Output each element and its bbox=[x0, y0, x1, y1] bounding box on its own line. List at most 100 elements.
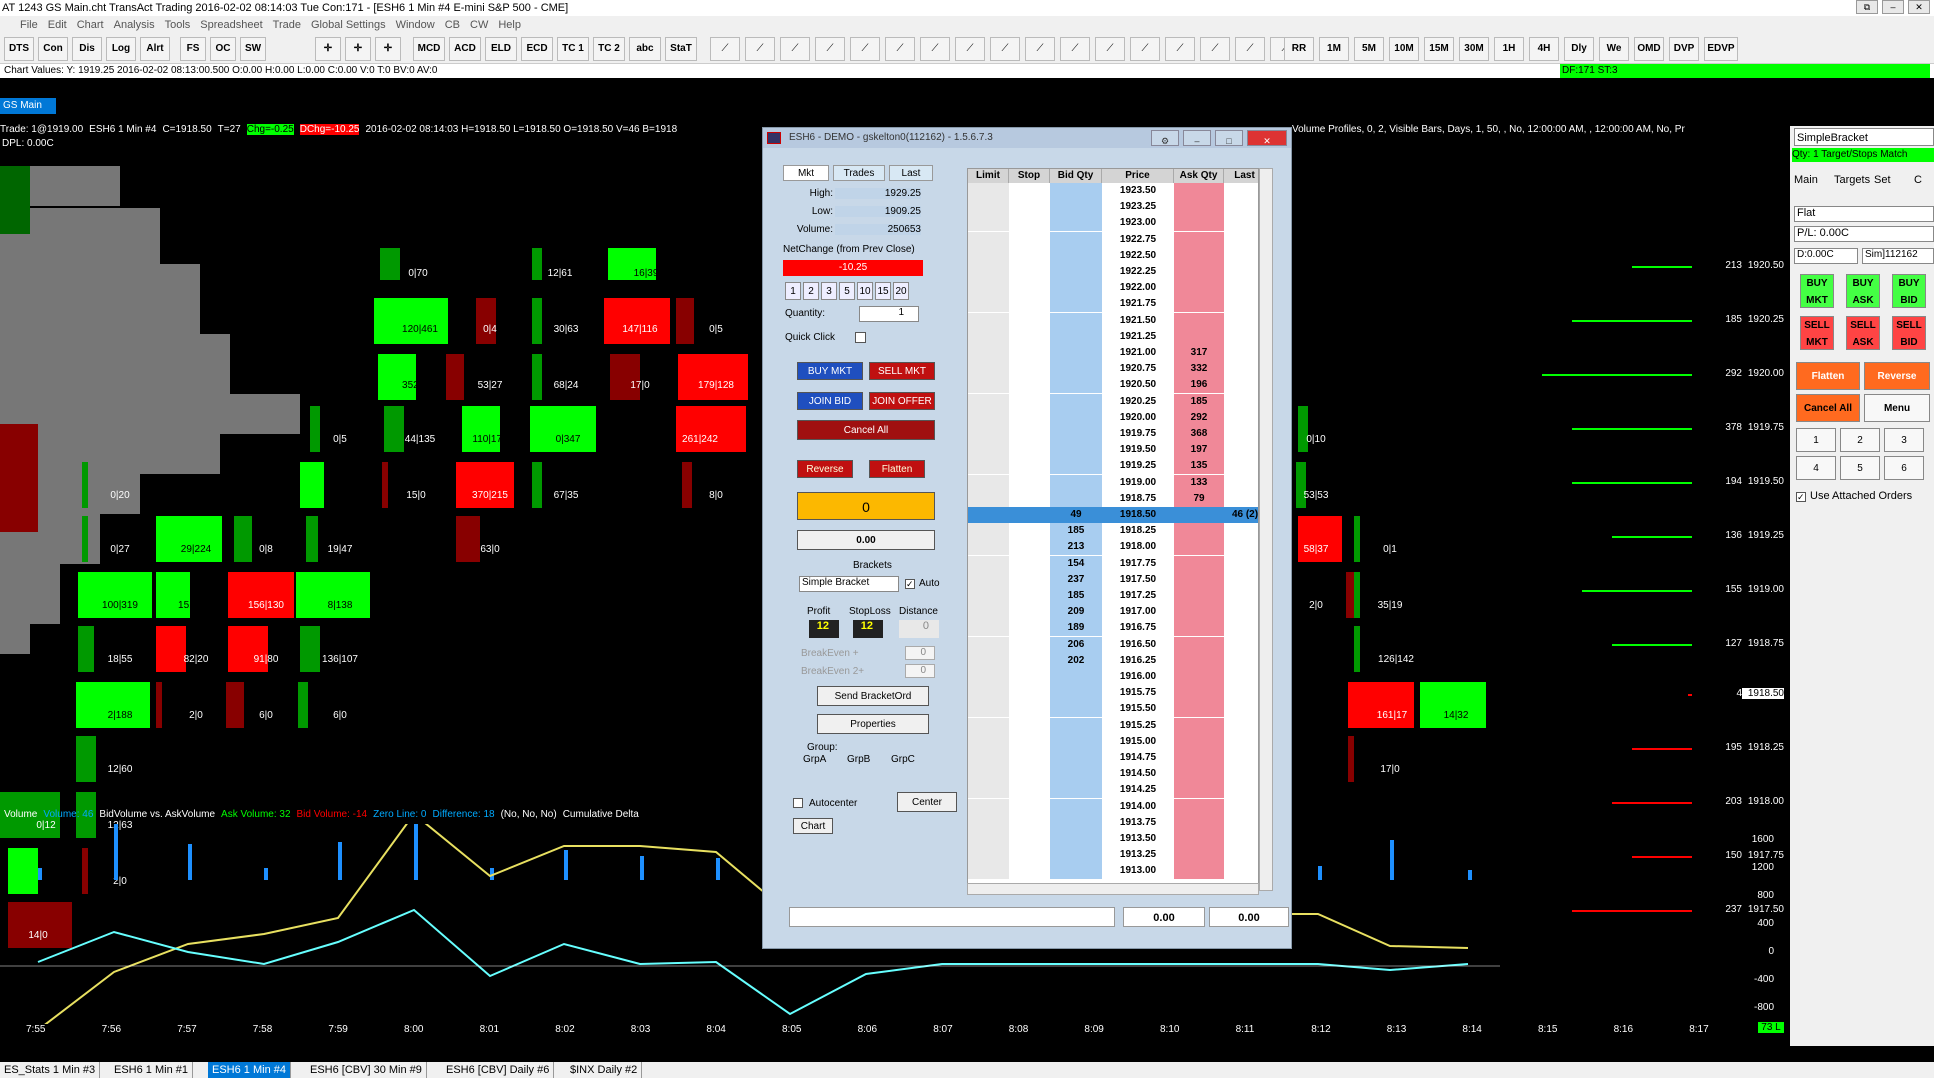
chart-tab[interactable]: ESH6 1 Min #4 bbox=[208, 1062, 291, 1078]
close-icon[interactable]: ✕ bbox=[1908, 0, 1930, 14]
ladder-limit-cell[interactable] bbox=[968, 685, 1009, 702]
menu-help[interactable]: Help bbox=[498, 19, 521, 31]
ladder-stop-cell[interactable] bbox=[1009, 231, 1050, 248]
group-radio-grpb[interactable]: GrpB bbox=[847, 754, 870, 765]
ladder-stop-cell[interactable] bbox=[1009, 685, 1050, 702]
tab-gs-main[interactable]: GS Main bbox=[0, 98, 56, 114]
ladder-bid-cell[interactable] bbox=[1050, 798, 1102, 815]
dom-close-icon[interactable]: ✕ bbox=[1247, 130, 1287, 146]
ladder-limit-cell[interactable] bbox=[968, 588, 1009, 604]
ladder-stop-cell[interactable] bbox=[1009, 312, 1050, 329]
dom-settings-icon[interactable]: ⚙ bbox=[1151, 130, 1179, 146]
ladder-stop-cell[interactable] bbox=[1009, 588, 1050, 604]
sell-ask-button[interactable]: SELL ASK bbox=[1846, 316, 1880, 350]
trend-icon[interactable]: ⟋ bbox=[920, 37, 950, 61]
ladder-limit-cell[interactable] bbox=[968, 652, 1009, 669]
toolbar-mcd-button[interactable]: MCD bbox=[413, 37, 445, 61]
ladder-ask-cell[interactable] bbox=[1174, 831, 1224, 847]
ladder-stop-cell[interactable] bbox=[1009, 847, 1050, 864]
ladder-stop-cell[interactable] bbox=[1009, 264, 1050, 280]
menu-chart[interactable]: Chart bbox=[77, 19, 104, 31]
ladder-bid-cell[interactable] bbox=[1050, 669, 1102, 685]
menu-file[interactable]: File bbox=[20, 19, 38, 31]
ladder-stop-cell[interactable] bbox=[1009, 247, 1050, 264]
dom-tab-trades[interactable]: Trades bbox=[833, 165, 885, 181]
ladder-limit-cell[interactable] bbox=[968, 474, 1009, 491]
ladder-row[interactable]: 1915.50 bbox=[968, 701, 1258, 718]
ladder-bid-cell[interactable] bbox=[1050, 847, 1102, 864]
ladder-bid-cell[interactable] bbox=[1050, 393, 1102, 410]
ladder-limit-cell[interactable] bbox=[968, 539, 1009, 556]
ladder-bid-cell[interactable] bbox=[1050, 766, 1102, 783]
ladder-stop-cell[interactable] bbox=[1009, 199, 1050, 216]
dom-join-bid-button[interactable]: JOIN BID bbox=[797, 392, 863, 410]
stoploss-input[interactable]: 12 bbox=[853, 620, 883, 638]
ladder-stop-cell[interactable] bbox=[1009, 539, 1050, 556]
ladder-row[interactable]: 1919.25 135 bbox=[968, 458, 1258, 475]
ladder-row[interactable]: 1920.75 332 bbox=[968, 361, 1258, 378]
ladder-row[interactable]: 1915.75 bbox=[968, 685, 1258, 702]
ladder-limit-cell[interactable] bbox=[968, 717, 1009, 734]
ladder-row[interactable]: 154 1917.75 bbox=[968, 555, 1258, 572]
ladder-limit-cell[interactable] bbox=[968, 782, 1009, 799]
toolbar-tc2-button[interactable]: TC 2 bbox=[593, 37, 625, 61]
magnet-icon[interactable]: ⟋ bbox=[745, 37, 775, 61]
toolbar-30m-button[interactable]: 30M bbox=[1459, 37, 1489, 61]
dom-tab-last[interactable]: Last bbox=[889, 165, 933, 181]
ladder-ask-cell[interactable] bbox=[1174, 701, 1224, 718]
ladder-limit-cell[interactable] bbox=[968, 620, 1009, 637]
ladder-row[interactable]: 1914.50 bbox=[968, 766, 1258, 783]
quickclick-checkbox[interactable] bbox=[855, 332, 866, 343]
dom-reverse-button[interactable]: Reverse bbox=[797, 460, 853, 478]
ladder-bid-cell[interactable]: 209 bbox=[1050, 604, 1102, 621]
toolbar-stat-button[interactable]: StaT bbox=[665, 37, 697, 61]
ladder-limit-cell[interactable] bbox=[968, 669, 1009, 685]
chart-tab[interactable]: ESH6 [CBV] 30 Min #9 bbox=[306, 1062, 427, 1078]
autocenter-checkbox[interactable] bbox=[793, 798, 803, 808]
ladder-bid-cell[interactable] bbox=[1050, 782, 1102, 799]
elliott-icon[interactable]: ⟋ bbox=[1165, 37, 1195, 61]
ladder-ask-cell[interactable] bbox=[1174, 312, 1224, 329]
dom-position-display[interactable]: 0 bbox=[797, 492, 935, 520]
toolbar-we-button[interactable]: We bbox=[1599, 37, 1629, 61]
ladder-limit-cell[interactable] bbox=[968, 361, 1009, 378]
toolbar-dts-button[interactable]: DTS bbox=[4, 37, 34, 61]
ladder-row[interactable]: 1919.00 133 bbox=[968, 474, 1258, 491]
ladder-bid-cell[interactable] bbox=[1050, 733, 1102, 750]
toolbar-alrt-button[interactable]: Alrt bbox=[140, 37, 170, 61]
ladder-limit-cell[interactable] bbox=[968, 442, 1009, 459]
ladder-bid-cell[interactable]: 185 bbox=[1050, 523, 1102, 540]
crosshair-icon[interactable]: ✛ bbox=[345, 37, 371, 61]
ladder-bid-cell[interactable] bbox=[1050, 409, 1102, 426]
dom-flatten-button[interactable]: Flatten bbox=[869, 460, 925, 478]
ladder-row[interactable]: 206 1916.50 bbox=[968, 636, 1258, 653]
ladder-hscroll[interactable] bbox=[967, 883, 1259, 895]
toolbar-1m-button[interactable]: 1M bbox=[1319, 37, 1349, 61]
qty-1-button[interactable]: 1 bbox=[1796, 428, 1836, 452]
ladder-limit-cell[interactable] bbox=[968, 183, 1009, 199]
ladder-bid-cell[interactable] bbox=[1050, 183, 1102, 199]
dom-maximize-icon[interactable]: □ bbox=[1215, 130, 1243, 146]
dom-pnl-display[interactable]: 0.00 bbox=[797, 530, 935, 550]
ladder-limit-cell[interactable] bbox=[968, 750, 1009, 766]
ladder-bid-cell[interactable] bbox=[1050, 717, 1102, 734]
auto-checkbox[interactable]: ✓ bbox=[905, 579, 915, 589]
qty-6-button[interactable]: 6 bbox=[1884, 456, 1924, 480]
breakeven2-input[interactable]: 0 bbox=[905, 664, 935, 678]
ladder-row[interactable]: 1919.75 368 bbox=[968, 426, 1258, 442]
ladder-stop-cell[interactable] bbox=[1009, 733, 1050, 750]
ladder-limit-cell[interactable] bbox=[968, 231, 1009, 248]
menu-global-settings[interactable]: Global Settings bbox=[311, 19, 386, 31]
ladder-bid-cell[interactable] bbox=[1050, 814, 1102, 831]
ladder-stop-cell[interactable] bbox=[1009, 183, 1050, 199]
ladder-stop-cell[interactable] bbox=[1009, 814, 1050, 831]
ladder-ask-cell[interactable] bbox=[1174, 280, 1224, 297]
ladder-row[interactable]: 1915.00 bbox=[968, 733, 1258, 750]
ladder-bid-cell[interactable]: 237 bbox=[1050, 571, 1102, 588]
menu-trade[interactable]: Trade bbox=[273, 19, 301, 31]
ladder-ask-cell[interactable] bbox=[1174, 604, 1224, 621]
ladder-limit-cell[interactable] bbox=[968, 215, 1009, 232]
toolbar-1h-button[interactable]: 1H bbox=[1494, 37, 1524, 61]
chart-button[interactable]: Chart bbox=[793, 818, 833, 834]
flatten-button[interactable]: Flatten bbox=[1796, 362, 1860, 390]
